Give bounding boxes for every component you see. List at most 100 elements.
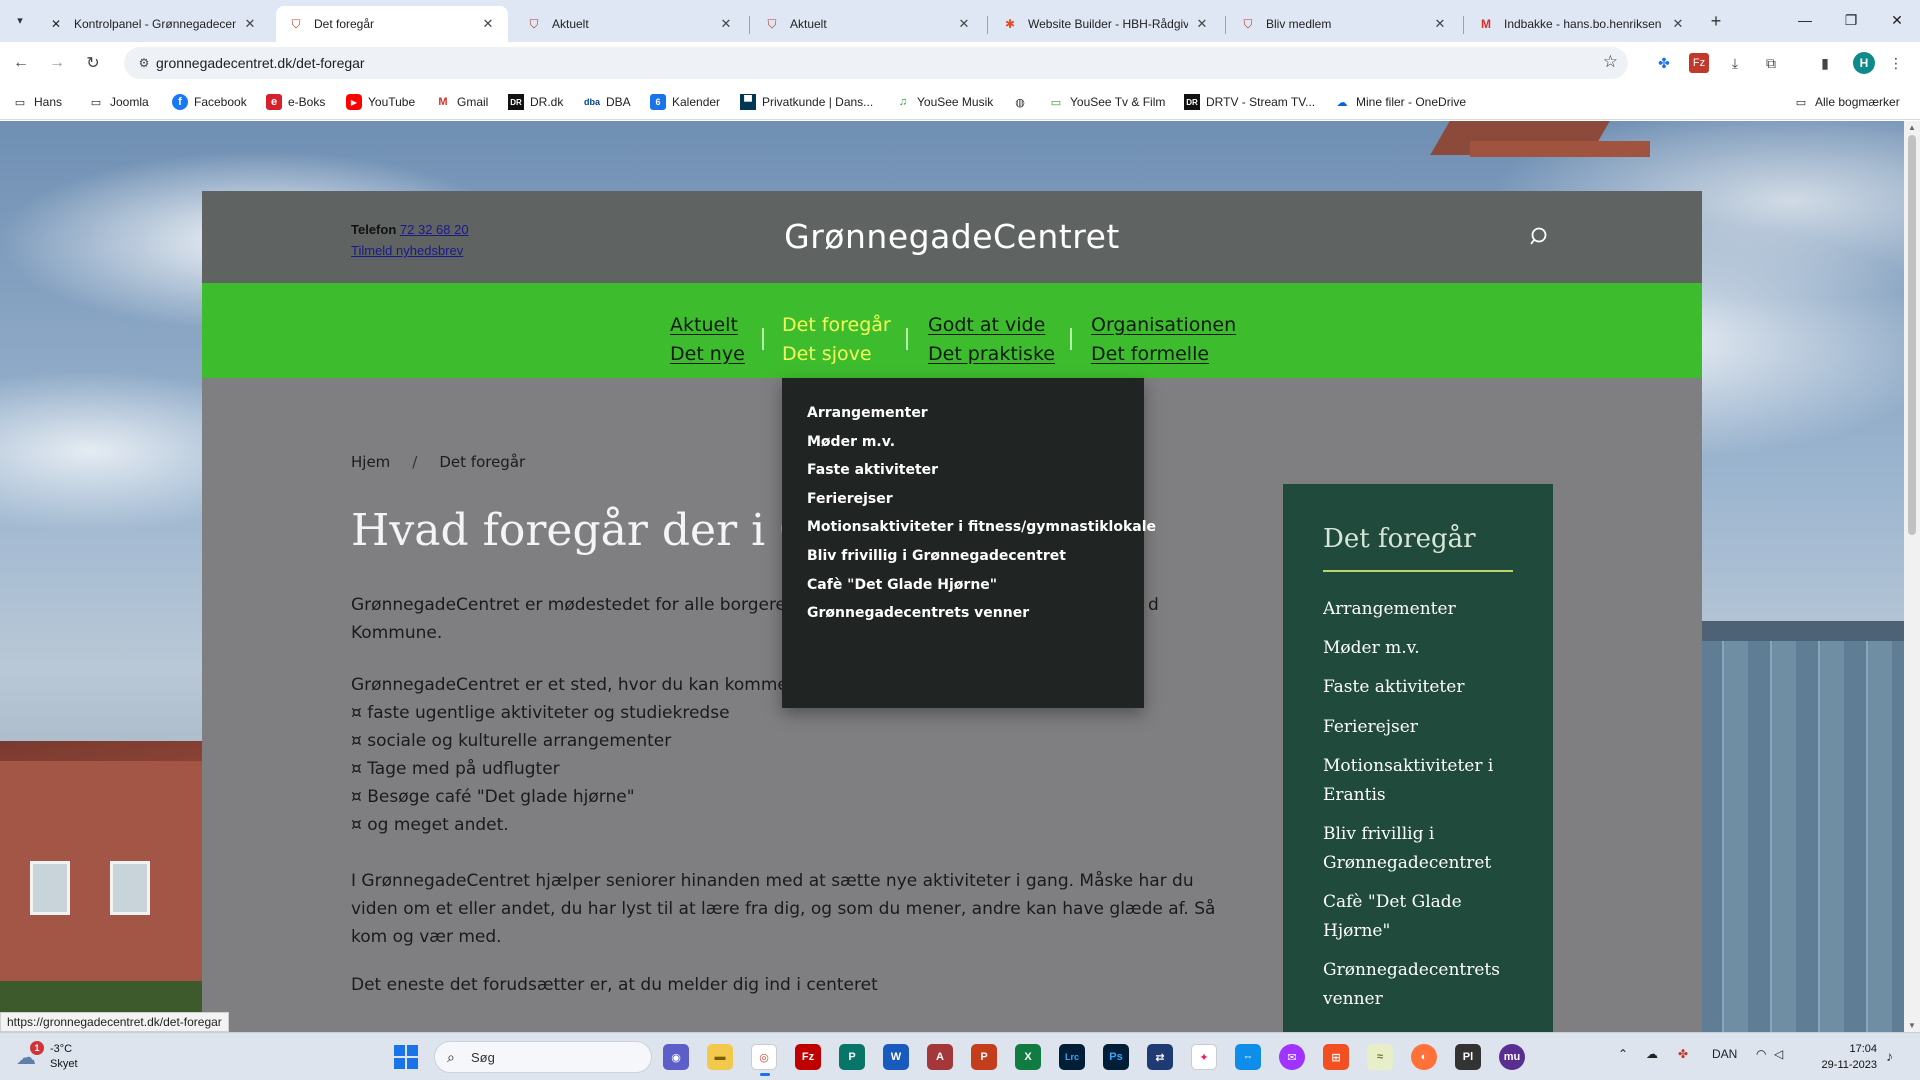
bookmark-onedrive[interactable]: ☁ Mine filer - OneDrive <box>1334 93 1467 111</box>
powerpoint-app[interactable]: P <box>971 1044 997 1070</box>
address-bar[interactable]: ⚙ gronnegadecentret.dk/det-foregar ☆ <box>124 47 1628 79</box>
bookmark-yousee-tv[interactable]: ▭ YouSee Tv & Film <box>1048 93 1166 111</box>
search-icon[interactable] <box>1529 226 1551 248</box>
menu-kebab-icon[interactable]: ⋮ <box>1886 53 1906 73</box>
download-icon[interactable]: ⤓ <box>1725 53 1745 73</box>
firefox-app[interactable]: ◐ <box>1411 1044 1437 1070</box>
bookmark-kalender[interactable]: 6 Kalender <box>650 93 720 111</box>
extensions-puzzle-icon[interactable]: ⧉ <box>1761 53 1781 73</box>
bookmark-dba[interactable]: dba DBA <box>584 93 631 111</box>
bookmark-gmail[interactable]: M Gmail <box>435 93 488 111</box>
close-icon[interactable]: ✕ <box>956 16 972 32</box>
nav-link-det-formelle[interactable]: Det formelle <box>1091 340 1236 369</box>
sidebar-item-venner[interactable]: Grønnegadecentrets venner <box>1323 956 1523 1014</box>
bookmark-privatkunde[interactable]: ▀ Privatkunde | Dans... <box>740 93 873 111</box>
plex-app[interactable]: Pl <box>1455 1044 1481 1070</box>
publisher-app[interactable]: P <box>839 1044 865 1070</box>
nav-link-det-praktiske[interactable]: Det praktiske <box>928 340 1055 369</box>
nav-link-det-sjove[interactable]: Det sjove <box>782 340 891 369</box>
close-window-button[interactable]: ✕ <box>1874 0 1920 40</box>
filezilla-extension-icon[interactable]: Fz <box>1689 53 1709 73</box>
photoshop-app[interactable]: Ps <box>1103 1044 1129 1070</box>
new-tab-button[interactable]: + <box>1704 9 1728 33</box>
breadcrumb-home[interactable]: Hjem <box>351 453 390 471</box>
dropdown-item-arrangementer[interactable]: Arrangementer <box>807 405 928 421</box>
chart-app[interactable]: ≈ <box>1367 1044 1393 1070</box>
back-button[interactable]: ← <box>8 50 34 76</box>
tray-app-icon[interactable]: ✤ <box>1678 1047 1688 1061</box>
bookmark-joomla[interactable]: ▭ Joomla <box>88 93 149 111</box>
filezilla-app[interactable]: Fz <box>795 1044 821 1070</box>
dropdown-item-faste-aktiviteter[interactable]: Faste aktiviteter <box>807 462 938 478</box>
tab-aktuelt-2[interactable]: ⛉ Aktuelt ✕ <box>752 6 984 42</box>
bookmark-youtube[interactable]: ▶ YouTube <box>346 93 415 111</box>
bookmark-hans[interactable]: ▭ Hans <box>12 93 62 111</box>
musescore-app[interactable]: mu <box>1499 1044 1525 1070</box>
extension-icon[interactable]: ✤ <box>1654 53 1674 73</box>
close-icon[interactable]: ✕ <box>1670 16 1686 32</box>
bookmark-drtv[interactable]: DR DRTV - Stream TV... <box>1184 93 1315 111</box>
close-icon[interactable]: ✕ <box>480 16 496 32</box>
sidebar-item-arrangementer[interactable]: Arrangementer <box>1323 595 1523 624</box>
system-clock[interactable]: 17:04 29-11-2023 <box>1783 1041 1877 1073</box>
dropdown-item-ferierejser[interactable]: Ferierejser <box>807 491 893 507</box>
office-app[interactable]: ⊞ <box>1323 1044 1349 1070</box>
tab-det-foregar[interactable]: ⛉ Det foregår ✕ <box>276 6 508 42</box>
dropdown-item-bliv-frivillig[interactable]: Bliv frivillig i Grønnegadecentret <box>807 548 1066 564</box>
bookmark-yousee-musik[interactable]: ♫ YouSee Musik <box>895 93 993 111</box>
close-icon[interactable]: ✕ <box>1432 16 1448 32</box>
bookmark-dr[interactable]: DR DR.dk <box>508 93 563 111</box>
word-app[interactable]: W <box>883 1044 909 1070</box>
tab-website-builder[interactable]: ✱ Website Builder - HBH-Rådgiv ✕ <box>990 6 1222 42</box>
dropdown-item-venner[interactable]: Grønnegadecentrets venner <box>807 605 1029 621</box>
weather-widget[interactable]: ☁ 1 -3°C Skyet <box>16 1041 106 1073</box>
bookmark-star-icon[interactable]: ☆ <box>1603 52 1618 72</box>
nav-link-aktuelt[interactable]: Aktuelt <box>670 311 745 340</box>
tab-kontrolpanel[interactable]: ✕ Kontrolpanel - Grønnegadecen ✕ <box>36 6 270 42</box>
nav-link-godt-at-vide[interactable]: Godt at vide <box>928 311 1055 340</box>
scrollbar-thumb[interactable] <box>1908 135 1916 535</box>
dropdown-item-cafe[interactable]: Cafè "Det Glade Hjørne" <box>807 577 997 593</box>
start-button[interactable] <box>394 1045 418 1069</box>
forward-button[interactable]: → <box>44 50 70 76</box>
bookmark-facebook[interactable]: f Facebook <box>172 93 247 111</box>
nav-link-organisationen[interactable]: Organisationen <box>1091 311 1236 340</box>
volume-icon[interactable]: ◁ <box>1774 1047 1783 1061</box>
scroll-up-arrow-icon[interactable]: ▲ <box>1907 123 1917 132</box>
close-icon[interactable]: ✕ <box>1194 16 1210 32</box>
taskbar-search[interactable]: ⌕ Søg <box>434 1041 652 1073</box>
tab-indbakke[interactable]: M Indbakke - hans.bo.henriksen ✕ <box>1466 6 1698 42</box>
teamviewer-app[interactable]: ⇔ <box>1235 1044 1261 1070</box>
explorer-app[interactable]: ▬ <box>707 1044 733 1070</box>
minimize-button[interactable]: — <box>1782 0 1828 40</box>
profile-avatar[interactable]: H <box>1853 52 1875 74</box>
dropdown-item-moder[interactable]: Møder m.v. <box>807 434 895 450</box>
notification-bell-icon[interactable]: ♪ <box>1886 1048 1893 1064</box>
language-indicator[interactable]: DAN <box>1712 1047 1737 1061</box>
page-scrollbar[interactable]: ▲ ▼ <box>1904 121 1920 1032</box>
lightroom-app[interactable]: Lrc <box>1059 1044 1085 1070</box>
excel-app[interactable]: X <box>1015 1044 1041 1070</box>
site-brand[interactable]: GrønnegadeCentret <box>202 217 1702 256</box>
close-icon[interactable]: ✕ <box>718 16 734 32</box>
meet-app[interactable]: ◉ <box>663 1044 689 1070</box>
sidebar-item-motionsaktiviteter[interactable]: Motionsaktiviteter i Erantis <box>1323 752 1523 810</box>
tab-aktuelt-1[interactable]: ⛉ Aktuelt ✕ <box>514 6 746 42</box>
sidebar-item-ferierejser[interactable]: Ferierejser <box>1323 713 1523 742</box>
scroll-down-arrow-icon[interactable]: ▼ <box>1907 1021 1917 1030</box>
tray-overflow-chevron-icon[interactable]: ⌃ <box>1618 1047 1628 1061</box>
wifi-icon[interactable]: ◠ <box>1756 1047 1766 1061</box>
all-bookmarks[interactable]: ▭ Alle bogmærker <box>1793 93 1900 111</box>
transfer-app[interactable]: ⇄ <box>1147 1044 1173 1070</box>
reload-button[interactable]: ↻ <box>80 50 106 76</box>
access-app[interactable]: A <box>927 1044 953 1070</box>
side-panel-icon[interactable]: ▮ <box>1815 53 1835 73</box>
tab-bliv-medlem[interactable]: ⛉ Bliv medlem ✕ <box>1228 6 1460 42</box>
nav-link-det-foregar[interactable]: Det foregår <box>782 311 891 340</box>
sidebar-item-moder[interactable]: Møder m.v. <box>1323 634 1523 663</box>
bookmark-globe[interactable]: ◍ <box>1012 93 1034 111</box>
messenger-app[interactable]: ✉ <box>1279 1044 1305 1070</box>
bookmark-eboks[interactable]: e e-Boks <box>266 93 325 111</box>
chrome-app[interactable]: ◎ <box>751 1044 777 1076</box>
close-icon[interactable]: ✕ <box>242 16 258 32</box>
